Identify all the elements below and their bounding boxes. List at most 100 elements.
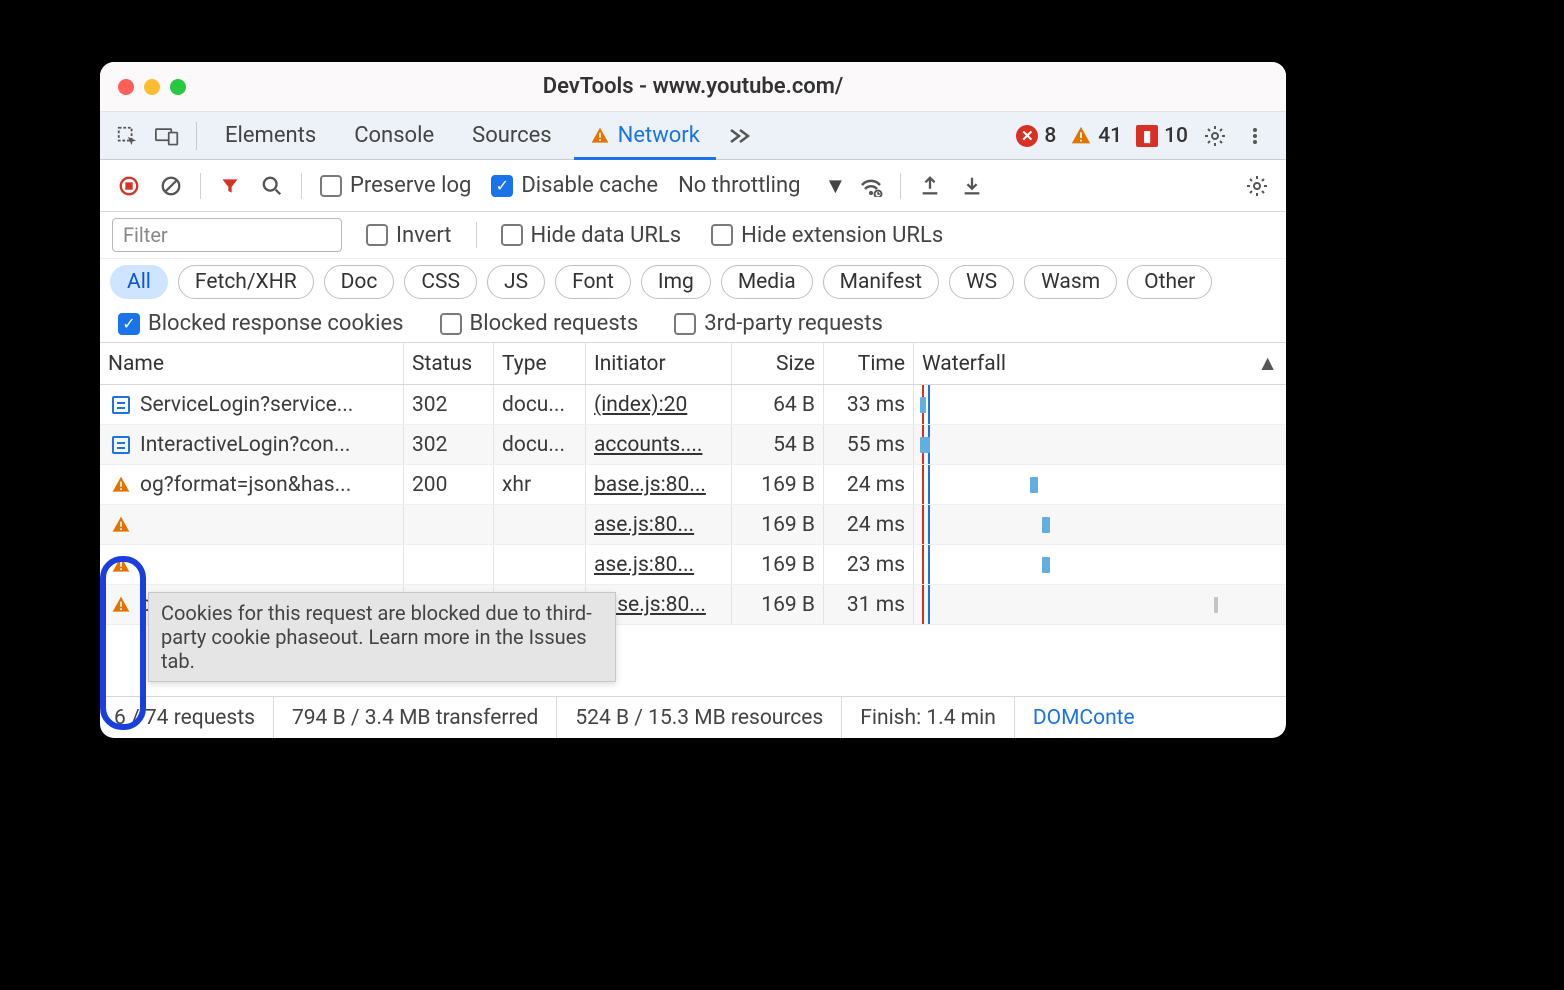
status-bar: 6 / 74 requests 794 B / 3.4 MB transferr…	[100, 696, 1286, 738]
filter-row: Filter Invert Hide data URLs Hide extens…	[100, 212, 1286, 259]
col-time[interactable]: Time	[824, 343, 914, 384]
type-filter-chips: All Fetch/XHR Doc CSS JS Font Img Media …	[100, 259, 1286, 305]
col-size[interactable]: Size	[732, 343, 824, 384]
devtools-window: DevTools - www.youtube.com/ Elements Con…	[100, 62, 1286, 738]
waterfall-bar	[1042, 557, 1050, 573]
warning-counter[interactable]: 41	[1066, 124, 1126, 148]
network-conditions-icon[interactable]	[854, 169, 888, 203]
request-name: og?format=json&has...	[140, 473, 395, 497]
col-name[interactable]: Name	[100, 343, 404, 384]
waterfall-bar	[920, 397, 926, 413]
chip-all[interactable]: All	[110, 265, 168, 299]
chip-other[interactable]: Other	[1127, 265, 1212, 299]
cookie-blocked-tooltip: Cookies for this request are blocked due…	[148, 592, 616, 682]
record-button[interactable]	[112, 169, 146, 203]
preserve-log-checkbox[interactable]: Preserve log	[314, 173, 477, 198]
device-toggle-icon[interactable]	[150, 119, 184, 153]
chip-ws[interactable]: WS	[949, 265, 1014, 299]
blocked-requests-checkbox[interactable]: Blocked requests	[434, 311, 645, 336]
error-counter[interactable]: ✕ 8	[1012, 124, 1060, 148]
hide-data-urls-checkbox[interactable]: Hide data URLs	[495, 223, 688, 248]
minimize-window-button[interactable]	[144, 79, 160, 95]
warning-icon	[1070, 125, 1092, 147]
warning-icon	[108, 475, 134, 495]
maximize-window-button[interactable]	[170, 79, 186, 95]
error-icon: ✕	[1016, 125, 1038, 147]
waterfall-bar	[920, 437, 930, 453]
window-title: DevTools - www.youtube.com/	[100, 74, 1286, 99]
chevron-down-icon: ▼	[824, 173, 846, 199]
disable-cache-checkbox[interactable]: ✓Disable cache	[485, 173, 664, 198]
table-header: Name Status Type Initiator Size Time Wat…	[100, 343, 1286, 385]
col-initiator[interactable]: Initiator	[586, 343, 732, 384]
issues-counter[interactable]: ▮ 10	[1132, 124, 1192, 148]
close-window-button[interactable]	[118, 79, 134, 95]
document-icon	[108, 396, 134, 414]
status-requests: 6 / 74 requests	[114, 697, 274, 738]
chip-wasm[interactable]: Wasm	[1024, 265, 1117, 299]
chip-font[interactable]: Font	[555, 265, 631, 299]
chip-img[interactable]: Img	[641, 265, 711, 299]
chip-fetch-xhr[interactable]: Fetch/XHR	[178, 265, 314, 299]
titlebar: DevTools - www.youtube.com/	[100, 62, 1286, 112]
document-icon	[108, 436, 134, 454]
initiator-link[interactable]: base.js:80...	[594, 473, 706, 497]
search-icon[interactable]	[255, 169, 289, 203]
extra-filter-row: ✓Blocked response cookies Blocked reques…	[100, 305, 1286, 343]
table-row[interactable]: ase.js:80...169 B23 ms	[100, 545, 1286, 585]
status-finish: Finish: 1.4 min	[842, 697, 1015, 738]
chip-media[interactable]: Media	[721, 265, 813, 299]
initiator-link[interactable]: ase.js:80...	[594, 513, 694, 537]
upload-har-icon[interactable]	[913, 169, 947, 203]
waterfall-bar	[1042, 517, 1050, 533]
tab-console[interactable]: Console	[338, 112, 450, 159]
warning-icon	[590, 126, 610, 146]
sort-arrow-icon: ▲	[1257, 352, 1278, 376]
filter-icon[interactable]	[213, 169, 247, 203]
initiator-link[interactable]: accounts....	[594, 433, 702, 457]
panel-settings-icon[interactable]	[1240, 169, 1274, 203]
tab-network[interactable]: Network	[574, 112, 716, 159]
blocked-cookies-checkbox[interactable]: ✓Blocked response cookies	[112, 311, 410, 336]
initiator-link[interactable]: ase.js:80...	[594, 553, 694, 577]
request-table: ServiceLogin?service...302docu...(index)…	[100, 385, 1286, 625]
chip-doc[interactable]: Doc	[324, 265, 395, 299]
hide-extension-urls-checkbox[interactable]: Hide extension URLs	[705, 223, 949, 248]
initiator-link[interactable]: (index):20	[594, 393, 687, 417]
col-status[interactable]: Status	[404, 343, 494, 384]
third-party-checkbox[interactable]: 3rd-party requests	[668, 311, 889, 336]
waterfall-bar	[1214, 597, 1218, 613]
window-controls	[118, 79, 186, 95]
chip-css[interactable]: CSS	[404, 265, 477, 299]
download-har-icon[interactable]	[955, 169, 989, 203]
table-row[interactable]: InteractiveLogin?con...302docu...account…	[100, 425, 1286, 465]
table-row[interactable]: og?format=json&has...200xhrbase.js:80...…	[100, 465, 1286, 505]
filter-input[interactable]: Filter	[112, 218, 342, 252]
status-resources: 524 B / 15.3 MB resources	[557, 697, 842, 738]
warning-icon	[108, 555, 134, 575]
tab-elements[interactable]: Elements	[209, 112, 332, 159]
clear-button[interactable]	[154, 169, 188, 203]
settings-icon[interactable]	[1198, 119, 1232, 153]
network-toolbar: Preserve log ✓Disable cache No throttlin…	[100, 160, 1286, 212]
status-transferred: 794 B / 3.4 MB transferred	[274, 697, 557, 738]
col-type[interactable]: Type	[494, 343, 586, 384]
status-domcontent[interactable]: DOMConte	[1015, 697, 1153, 738]
warning-icon	[108, 515, 134, 535]
warning-icon	[108, 595, 134, 615]
kebab-menu-icon[interactable]	[1238, 119, 1272, 153]
throttling-select[interactable]: No throttling ▼	[672, 173, 846, 199]
chip-js[interactable]: JS	[487, 265, 545, 299]
main-tabstrip: Elements Console Sources Network ✕ 8 41	[100, 112, 1286, 160]
tab-sources[interactable]: Sources	[456, 112, 568, 159]
more-tabs-icon[interactable]	[722, 119, 756, 153]
table-row[interactable]: ServiceLogin?service...302docu...(index)…	[100, 385, 1286, 425]
invert-checkbox[interactable]: Invert	[360, 223, 458, 248]
inspect-icon[interactable]	[110, 119, 144, 153]
chip-manifest[interactable]: Manifest	[823, 265, 939, 299]
waterfall-bar	[1030, 477, 1038, 493]
col-waterfall[interactable]: Waterfall ▲	[914, 343, 1286, 384]
table-row[interactable]: ase.js:80...169 B24 ms	[100, 505, 1286, 545]
issues-icon: ▮	[1136, 125, 1158, 147]
request-name: InteractiveLogin?con...	[140, 433, 395, 457]
